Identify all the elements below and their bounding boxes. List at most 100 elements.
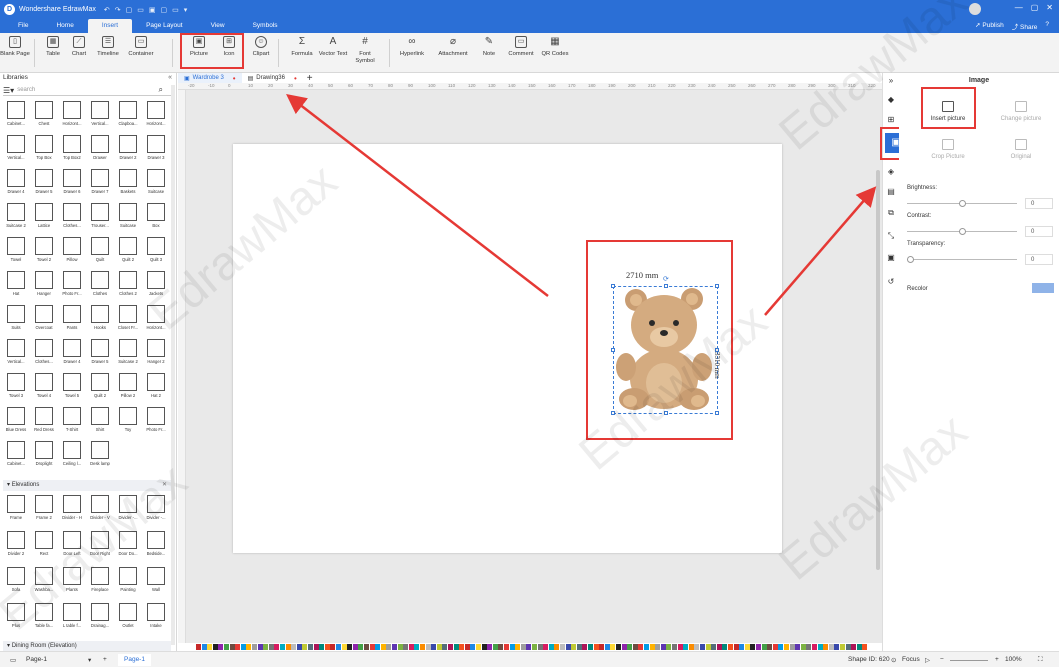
- rotate-handle-icon[interactable]: ⟳: [663, 275, 669, 283]
- library-shape[interactable]: Outlet: [116, 603, 140, 628]
- color-swatch[interactable]: [845, 644, 851, 650]
- color-swatch[interactable]: [364, 644, 369, 650]
- library-shape[interactable]: Clapboa...: [116, 101, 140, 126]
- library-shape[interactable]: Drawer 6: [60, 169, 84, 194]
- library-shape[interactable]: Fireplace: [88, 567, 112, 592]
- focus-button[interactable]: Focus: [902, 656, 920, 663]
- focus-icon[interactable]: ⊙: [891, 656, 896, 664]
- blank-page-button[interactable]: ▯ Blank Page: [0, 36, 30, 58]
- color-swatch[interactable]: [481, 644, 487, 650]
- color-swatch[interactable]: [660, 644, 666, 650]
- color-swatch[interactable]: [464, 644, 470, 650]
- color-swatch[interactable]: [196, 644, 201, 650]
- resize-handle[interactable]: [611, 284, 615, 288]
- page-layout-icon[interactable]: ▭: [10, 656, 16, 664]
- color-swatch[interactable]: [408, 644, 414, 650]
- library-shape[interactable]: Intake: [144, 603, 168, 628]
- color-swatch[interactable]: [672, 644, 677, 650]
- color-swatch[interactable]: [252, 644, 257, 650]
- library-shape[interactable]: Towel 5: [60, 373, 84, 398]
- color-swatch[interactable]: [728, 644, 733, 650]
- library-shape[interactable]: Chest: [32, 101, 56, 126]
- color-swatch[interactable]: [537, 644, 543, 650]
- library-shape[interactable]: L table f...: [60, 603, 84, 628]
- library-shape[interactable]: Suitcase 2: [4, 203, 28, 228]
- color-swatch[interactable]: [341, 644, 347, 650]
- color-swatch[interactable]: [627, 644, 633, 650]
- color-swatch[interactable]: [347, 644, 353, 650]
- color-swatch[interactable]: [453, 644, 459, 650]
- color-swatch[interactable]: [610, 644, 616, 650]
- tab-symbols[interactable]: Symbols: [239, 19, 292, 33]
- library-shape[interactable]: Towel 4: [32, 373, 56, 398]
- library-shape[interactable]: Wall: [144, 567, 168, 592]
- color-swatch[interactable]: [644, 644, 649, 650]
- color-swatch[interactable]: [851, 644, 857, 650]
- color-swatch[interactable]: [268, 644, 274, 650]
- library-shape[interactable]: Overcoat: [32, 305, 56, 330]
- library-shape[interactable]: Rect: [32, 531, 56, 556]
- library-shape[interactable]: Clothes...: [32, 339, 56, 364]
- new-icon[interactable]: ▢: [126, 6, 133, 14]
- library-shape[interactable]: Drawer: [88, 135, 112, 160]
- doc-tab-wardrobe-3[interactable]: ▣ Wardrobe 3 •: [178, 73, 242, 83]
- color-swatch[interactable]: [772, 644, 778, 650]
- grid-icon[interactable]: ⊞: [886, 115, 896, 125]
- library-shape[interactable]: Photo Fr...: [60, 271, 84, 296]
- brightness-knob[interactable]: [959, 200, 966, 207]
- color-swatch[interactable]: [330, 644, 336, 650]
- recolor-dropdown[interactable]: [1032, 283, 1054, 293]
- share-button[interactable]: ⤴ Share: [1012, 21, 1038, 31]
- canvas-scrollbar[interactable]: [876, 170, 880, 570]
- color-swatch[interactable]: [744, 644, 750, 650]
- library-shape[interactable]: Divider -...: [116, 495, 140, 520]
- unsaved-dot-icon[interactable]: •: [233, 74, 236, 83]
- library-shape[interactable]: Closet Fr...: [116, 305, 140, 330]
- search-input[interactable]: search: [17, 87, 35, 93]
- resize-handle[interactable]: [715, 284, 719, 288]
- color-swatch[interactable]: [767, 644, 773, 650]
- color-swatch[interactable]: [358, 644, 364, 650]
- color-swatch[interactable]: [840, 644, 845, 650]
- contrast-knob[interactable]: [959, 228, 966, 235]
- crop-picture-button[interactable]: Crop Picture: [916, 139, 980, 160]
- brightness-value[interactable]: 0: [1025, 198, 1053, 209]
- library-shape[interactable]: Clothes...: [60, 203, 84, 228]
- library-shape[interactable]: Vertical...: [4, 339, 28, 364]
- search-icon[interactable]: ⌕: [159, 85, 163, 95]
- transparency-slider[interactable]: [907, 256, 1017, 263]
- color-swatch[interactable]: [862, 644, 868, 650]
- library-shape[interactable]: Drainag...: [88, 603, 112, 628]
- color-swatch[interactable]: [257, 644, 263, 650]
- library-shape[interactable]: T-Shirt: [60, 407, 84, 432]
- transparency-knob[interactable]: [907, 256, 914, 263]
- close-icon[interactable]: ✕: [1046, 3, 1053, 12]
- library-shape[interactable]: Lattice: [32, 203, 56, 228]
- color-swatch[interactable]: [621, 644, 627, 650]
- color-swatch[interactable]: [515, 644, 521, 650]
- tab-view[interactable]: View: [197, 19, 239, 33]
- library-shape[interactable]: Horizont...: [144, 101, 168, 126]
- copy-icon[interactable]: ⧉: [886, 208, 896, 218]
- color-swatch[interactable]: [571, 644, 577, 650]
- maximize-icon[interactable]: ▢: [1031, 3, 1039, 12]
- library-shape[interactable]: Washba...: [32, 567, 56, 592]
- library-shape[interactable]: Pillow 2: [116, 373, 140, 398]
- color-swatch[interactable]: [498, 644, 504, 650]
- tab-file[interactable]: File: [4, 19, 42, 33]
- play-icon[interactable]: ▷: [925, 656, 930, 664]
- color-swatch[interactable]: [812, 644, 817, 650]
- undo-icon[interactable]: ↶: [104, 6, 110, 14]
- color-swatch[interactable]: [795, 644, 801, 650]
- transparency-value[interactable]: 0: [1025, 254, 1053, 265]
- color-swatch[interactable]: [761, 644, 767, 650]
- library-shape[interactable]: Top Box: [32, 135, 56, 160]
- library-shape[interactable]: Suitcase: [116, 203, 140, 228]
- color-swatch[interactable]: [240, 644, 246, 650]
- color-swatch[interactable]: [649, 644, 655, 650]
- color-swatch[interactable]: [599, 644, 605, 650]
- color-swatch[interactable]: [778, 644, 784, 650]
- tab-page-layout[interactable]: Page Layout: [132, 19, 197, 33]
- library-shape[interactable]: Quilt: [88, 237, 112, 262]
- color-swatch[interactable]: [319, 644, 325, 650]
